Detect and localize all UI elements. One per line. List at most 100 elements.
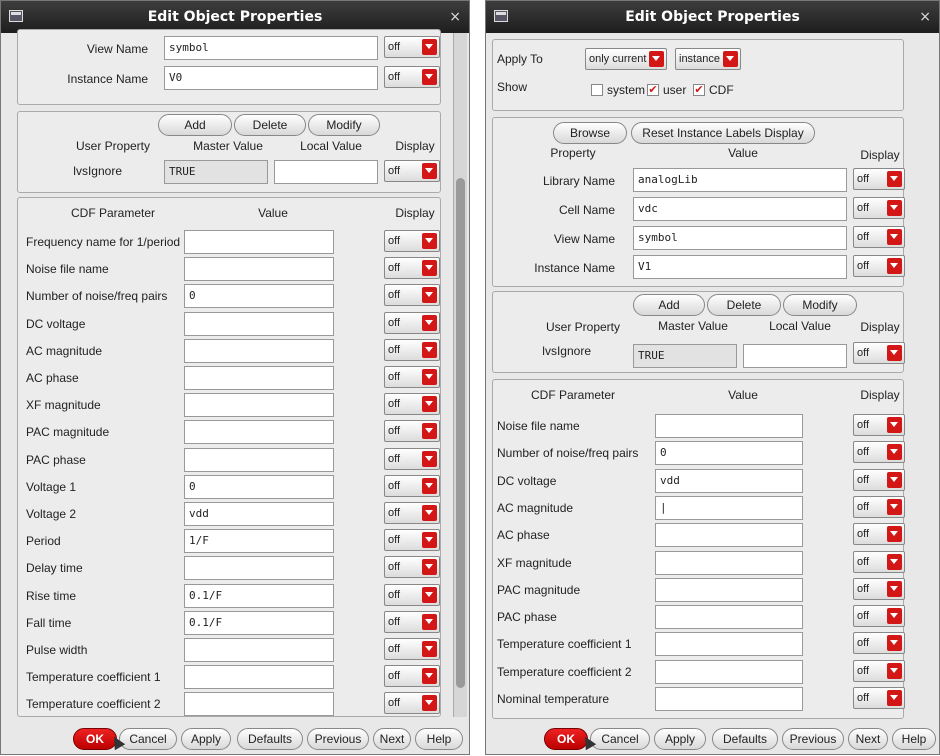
lvsignore-local-field[interactable] <box>743 344 847 368</box>
next-button[interactable]: Next <box>373 728 411 750</box>
reset-instance-labels-button[interactable]: Reset Instance Labels Display <box>631 122 815 144</box>
cdf-param-field[interactable] <box>184 311 334 336</box>
display-cyclic[interactable]: off <box>384 66 440 88</box>
cdf-param-field[interactable] <box>184 257 334 282</box>
previous-button[interactable]: Previous <box>782 728 844 750</box>
display-cyclic[interactable]: off <box>384 366 440 388</box>
cdf-param-field[interactable] <box>184 366 334 390</box>
next-button[interactable]: Next <box>848 728 888 750</box>
cdf-param-field[interactable]: 0 <box>184 284 334 309</box>
lvsignore-local-field[interactable] <box>274 160 378 184</box>
cdf-param-field[interactable] <box>184 447 334 472</box>
display-cyclic[interactable]: off <box>384 311 440 334</box>
apply-scope-cyclic[interactable]: only current <box>585 48 668 70</box>
cdf-param-field[interactable] <box>184 393 334 418</box>
delete-button[interactable]: Delete <box>234 114 306 136</box>
display-cyclic[interactable]: off <box>384 447 440 470</box>
cdf-param-field[interactable]: vdd <box>655 468 803 493</box>
cdf-param-field[interactable]: | <box>655 495 803 520</box>
defaults-button[interactable]: Defaults <box>237 728 303 750</box>
apply-target-cyclic[interactable]: instance <box>675 48 741 70</box>
display-cyclic[interactable]: off <box>384 257 440 280</box>
apply-button[interactable]: Apply <box>181 728 231 750</box>
display-cyclic[interactable]: off <box>384 610 440 633</box>
display-cyclic[interactable]: off <box>384 420 440 443</box>
display-cyclic[interactable]: off <box>853 632 905 655</box>
display-cyclic[interactable]: off <box>384 230 440 252</box>
help-button[interactable]: Help <box>892 728 936 750</box>
cancel-button[interactable]: Cancel <box>590 728 650 750</box>
instance-row-field[interactable]: symbol <box>164 36 378 60</box>
instance-row-field[interactable]: V0 <box>164 66 378 90</box>
display-cyclic[interactable]: off <box>384 638 440 660</box>
display-cyclic[interactable]: off <box>853 226 905 248</box>
display-cyclic[interactable]: off <box>853 342 905 364</box>
display-cyclic[interactable]: off <box>853 414 905 436</box>
apply-button[interactable]: Apply <box>654 728 706 750</box>
window-menu-icon[interactable] <box>494 10 508 22</box>
user-checkbox[interactable]: ✔ <box>647 84 659 96</box>
cdf-param-field[interactable] <box>655 605 803 630</box>
display-cyclic[interactable]: off <box>853 441 905 464</box>
cdf-param-field[interactable]: vdd <box>184 502 334 526</box>
display-cyclic[interactable]: off <box>853 659 905 682</box>
display-cyclic[interactable]: off <box>853 577 905 600</box>
cdf-param-field[interactable] <box>655 659 803 684</box>
display-cyclic[interactable]: off <box>853 523 905 546</box>
display-cyclic[interactable]: off <box>384 692 440 715</box>
display-cyclic[interactable]: off <box>384 502 440 524</box>
display-cyclic[interactable]: off <box>384 665 440 688</box>
display-cyclic[interactable]: off <box>384 583 440 606</box>
instance-row-field[interactable]: analogLib <box>633 168 847 192</box>
display-cyclic[interactable]: off <box>853 255 905 277</box>
defaults-button[interactable]: Defaults <box>712 728 778 750</box>
display-cyclic[interactable]: off <box>853 168 905 190</box>
display-cyclic[interactable]: off <box>384 556 440 579</box>
modify-button[interactable]: Modify <box>308 114 380 136</box>
browse-button[interactable]: Browse <box>553 122 627 144</box>
help-button[interactable]: Help <box>415 728 463 750</box>
cdf-param-field[interactable] <box>184 692 334 717</box>
cdf-param-field[interactable]: 0 <box>184 474 334 499</box>
close-icon[interactable]: × <box>919 1 931 33</box>
vertical-scrollbar[interactable] <box>453 33 467 717</box>
cdf-param-field[interactable] <box>184 556 334 581</box>
cdf-param-field[interactable]: 0.1/F <box>184 583 334 608</box>
cdf-param-field[interactable] <box>655 577 803 602</box>
cancel-button[interactable]: Cancel <box>119 728 177 750</box>
display-cyclic[interactable]: off <box>384 160 440 182</box>
display-cyclic[interactable]: off <box>384 338 440 361</box>
instance-row-field[interactable]: V1 <box>633 255 847 279</box>
cdf-param-field[interactable] <box>655 414 803 438</box>
cdf-param-field[interactable] <box>184 665 334 690</box>
display-cyclic[interactable]: off <box>384 36 440 58</box>
display-cyclic[interactable]: off <box>384 284 440 307</box>
cdf-param-field[interactable] <box>655 687 803 711</box>
display-cyclic[interactable]: off <box>853 197 905 219</box>
cdf-param-field[interactable]: 0 <box>655 441 803 466</box>
add-button[interactable]: Add <box>158 114 232 136</box>
display-cyclic[interactable]: off <box>853 687 905 709</box>
cdf-param-field[interactable]: 0.1/F <box>184 610 334 635</box>
instance-row-field[interactable]: vdc <box>633 197 847 221</box>
previous-button[interactable]: Previous <box>307 728 369 750</box>
display-cyclic[interactable]: off <box>384 474 440 497</box>
cdf-param-field[interactable] <box>184 230 334 254</box>
cdf-param-field[interactable] <box>184 638 334 662</box>
system-checkbox[interactable] <box>591 84 603 96</box>
window-menu-icon[interactable] <box>9 10 23 22</box>
delete-button[interactable]: Delete <box>707 294 781 316</box>
display-cyclic[interactable]: off <box>853 605 905 628</box>
cdf-checkbox[interactable]: ✔ <box>693 84 705 96</box>
cdf-param-field[interactable] <box>655 632 803 657</box>
display-cyclic[interactable]: off <box>384 529 440 552</box>
cdf-param-field[interactable] <box>184 420 334 445</box>
cdf-param-field[interactable] <box>655 550 803 575</box>
close-icon[interactable]: × <box>449 1 461 33</box>
cdf-param-field[interactable] <box>184 338 334 363</box>
cdf-param-field[interactable] <box>655 523 803 548</box>
display-cyclic[interactable]: off <box>853 495 905 518</box>
display-cyclic[interactable]: off <box>384 393 440 416</box>
modify-button[interactable]: Modify <box>783 294 857 316</box>
display-cyclic[interactable]: off <box>853 468 905 491</box>
